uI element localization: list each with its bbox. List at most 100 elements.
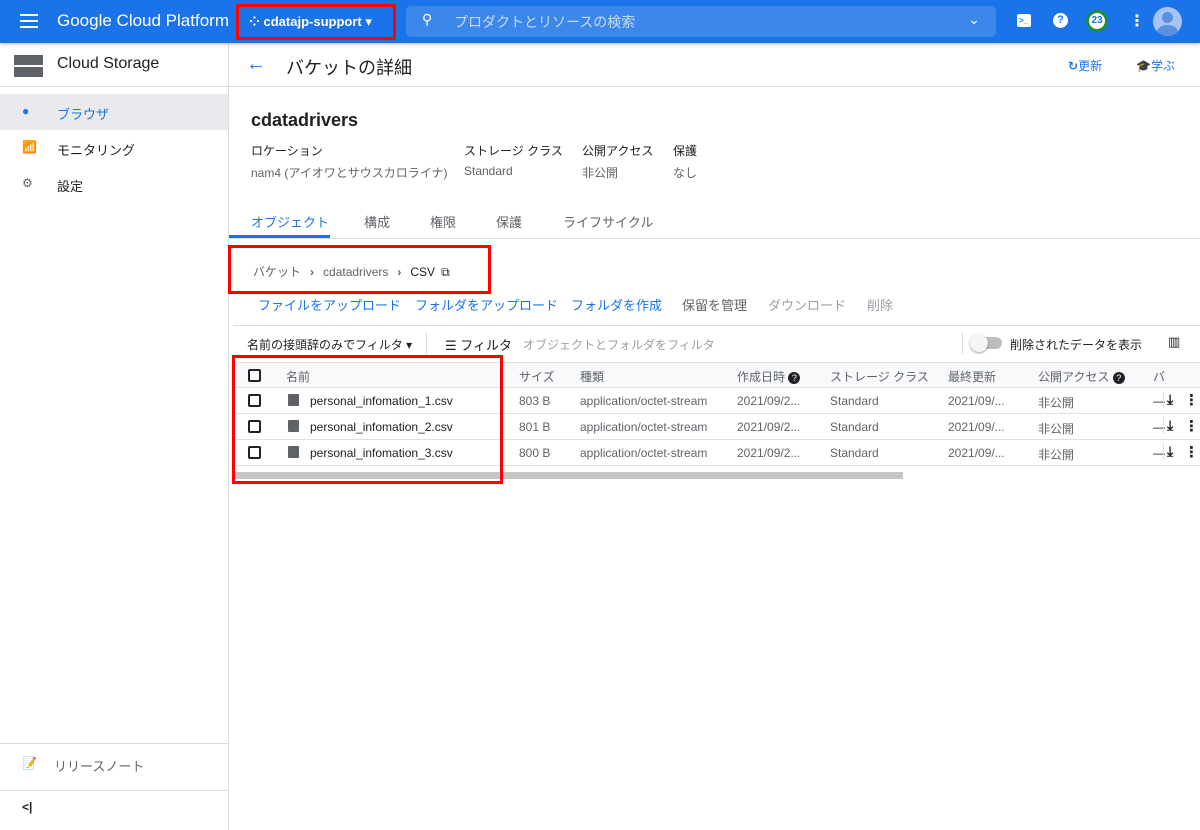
more-vert-icon[interactable]: ⋮ [1184, 417, 1199, 435]
sidebar-item-browser[interactable]: ● ブラウザ [0, 94, 228, 130]
updated-date: 2021/09/... [948, 394, 1005, 408]
create-folder-button[interactable]: フォルダを作成 [571, 295, 662, 314]
download-icon[interactable]: ⤓ [1163, 443, 1173, 460]
filter-icon: ☰ [445, 338, 461, 353]
storage-class: Standard [830, 446, 879, 460]
school-icon: 🎓 [1136, 59, 1151, 73]
public-access-label: 公開アクセス [582, 144, 654, 158]
more-vert-icon[interactable]: ⋮ [1129, 11, 1145, 31]
show-deleted-toggle[interactable] [970, 334, 1002, 352]
manage-holds-button[interactable]: 保留を管理 [682, 295, 747, 314]
copy-icon[interactable]: ⧉ [441, 265, 450, 279]
file-type: application/octet-stream [580, 394, 708, 408]
cloud-storage-icon [14, 55, 43, 77]
filter-input[interactable]: オブジェクトとフォルダをフィルタ [523, 336, 715, 353]
chevron-right-icon: › [397, 265, 402, 279]
file-size: 803 B [519, 394, 551, 408]
filter-button[interactable]: ☰ フィルタ [445, 335, 512, 354]
prefix-filter-dropdown[interactable]: 名前の接頭辞のみでフィルタ ▾ [247, 336, 412, 353]
tab-lifecycle[interactable]: ライフサイクル [563, 212, 653, 231]
breadcrumb: バケット › cdatadrivers › CSV ⧉ [253, 263, 450, 280]
storage-class-label: ストレージ クラス [464, 144, 563, 158]
column-created-label: 作成日時 [737, 370, 786, 384]
help-icon[interactable]: ? [788, 372, 801, 384]
column-type[interactable]: 種類 [580, 368, 604, 385]
upload-file-button[interactable]: ファイルをアップロード [258, 295, 401, 314]
chevron-down-icon: ▾ [361, 14, 372, 29]
back-arrow-icon[interactable]: ← [246, 53, 266, 76]
more-vert-icon[interactable]: ⋮ [1184, 391, 1199, 409]
chevron-right-icon: › [310, 265, 315, 279]
column-truncated[interactable]: バ [1153, 368, 1165, 385]
download-icon[interactable]: ⤓ [1163, 391, 1173, 408]
protection-label: 保護 [673, 144, 698, 158]
avatar[interactable] [1153, 7, 1182, 36]
column-public-access[interactable]: 公開アクセス ? [1038, 368, 1125, 385]
filter-label: フィルタ [460, 338, 513, 353]
column-created[interactable]: 作成日時 ? [737, 368, 801, 385]
bucket-name: cdatadrivers [251, 110, 359, 130]
search-placeholder: プロダクトとリソースの検索 [454, 14, 636, 30]
upload-folder-button[interactable]: フォルダをアップロード [415, 295, 558, 314]
sidebar: Cloud Storage ● ブラウザ 📶 モニタリング ⚙ 設定 📝 リリースノート… [0, 43, 229, 830]
bucket-icon: ● [22, 104, 30, 118]
tab-objects[interactable]: オブジェクト [251, 212, 329, 231]
delete-button[interactable]: 削除 [867, 295, 893, 314]
help-icon[interactable]: ? [1053, 13, 1068, 28]
file-type: application/octet-stream [580, 420, 708, 434]
file-type: application/octet-stream [580, 446, 708, 460]
public-access-value: 非公開 [582, 166, 619, 180]
file-size: 800 B [519, 446, 551, 460]
menu-icon[interactable] [20, 14, 38, 28]
brand-title[interactable]: Google Cloud Platform [57, 11, 229, 31]
tab-protection[interactable]: 保護 [496, 212, 522, 231]
breadcrumb-item[interactable]: cdatadrivers [323, 265, 388, 279]
tab-permissions[interactable]: 権限 [430, 212, 456, 231]
collapse-sidebar-button[interactable]: <| [22, 800, 32, 814]
storage-class-value: Standard [464, 164, 513, 178]
notifications-badge[interactable]: 23 [1086, 10, 1108, 32]
project-icon: ⁘ [249, 14, 264, 29]
top-bar: Google Cloud Platform ⁘ cdatajp-support … [0, 0, 1200, 43]
search-icon: ⚲ [422, 11, 433, 27]
file-size: 801 B [519, 420, 551, 434]
more-vert-icon[interactable]: ⋮ [1184, 443, 1199, 461]
updated-date: 2021/09/... [948, 446, 1005, 460]
chevron-down-icon[interactable]: ⌄ [968, 11, 980, 28]
learn-button[interactable]: 🎓学ぶ [1136, 57, 1175, 74]
learn-label: 学ぶ [1150, 59, 1175, 73]
sidebar-title: Cloud Storage [57, 55, 160, 72]
cloud-shell-icon[interactable]: >_ [1017, 14, 1031, 27]
protection-value: なし [673, 166, 698, 180]
storage-class: Standard [830, 394, 879, 408]
location-value: nam4 (アイオワとサウスカロライナ) [251, 166, 448, 180]
release-notes-link[interactable]: 📝 リリースノート [0, 746, 228, 782]
sidebar-item-label: 設定 [57, 179, 84, 194]
refresh-button[interactable]: ↻更新 [1068, 57, 1102, 74]
release-notes-label: リリースノート [54, 759, 145, 774]
release-notes-icon: 📝 [22, 756, 37, 770]
breadcrumb-item[interactable]: バケット [253, 265, 301, 279]
column-size[interactable]: サイズ [519, 368, 555, 385]
column-storage-class[interactable]: ストレージ クラス [830, 368, 929, 385]
location-label: ロケーション [251, 144, 323, 158]
column-public-access-label: 公開アクセス [1038, 370, 1110, 384]
column-display-icon[interactable]: ▥ [1168, 334, 1180, 350]
created-date: 2021/09/2... [737, 394, 801, 408]
tab-configuration[interactable]: 構成 [364, 212, 390, 231]
show-deleted-label: 削除されたデータを表示 [1010, 338, 1143, 352]
public-access: 非公開 [1038, 422, 1075, 436]
search-input[interactable]: ⚲ プロダクトとリソースの検索 ⌄ [406, 6, 996, 37]
refresh-label: 更新 [1078, 59, 1103, 73]
sidebar-item-monitoring[interactable]: 📶 モニタリング [0, 130, 228, 166]
sidebar-item-settings[interactable]: ⚙ 設定 [0, 166, 228, 202]
project-selector[interactable]: ⁘ cdatajp-support ▾ [236, 4, 396, 40]
column-updated[interactable]: 最終更新 [948, 368, 996, 385]
help-icon[interactable]: ? [1112, 372, 1125, 384]
sidebar-item-label: モニタリング [57, 143, 136, 158]
download-icon[interactable]: ⤓ [1163, 417, 1173, 434]
chart-icon: 📶 [22, 140, 37, 154]
highlight-box [232, 355, 503, 484]
storage-class: Standard [830, 420, 879, 434]
download-button[interactable]: ダウンロード [768, 295, 846, 314]
